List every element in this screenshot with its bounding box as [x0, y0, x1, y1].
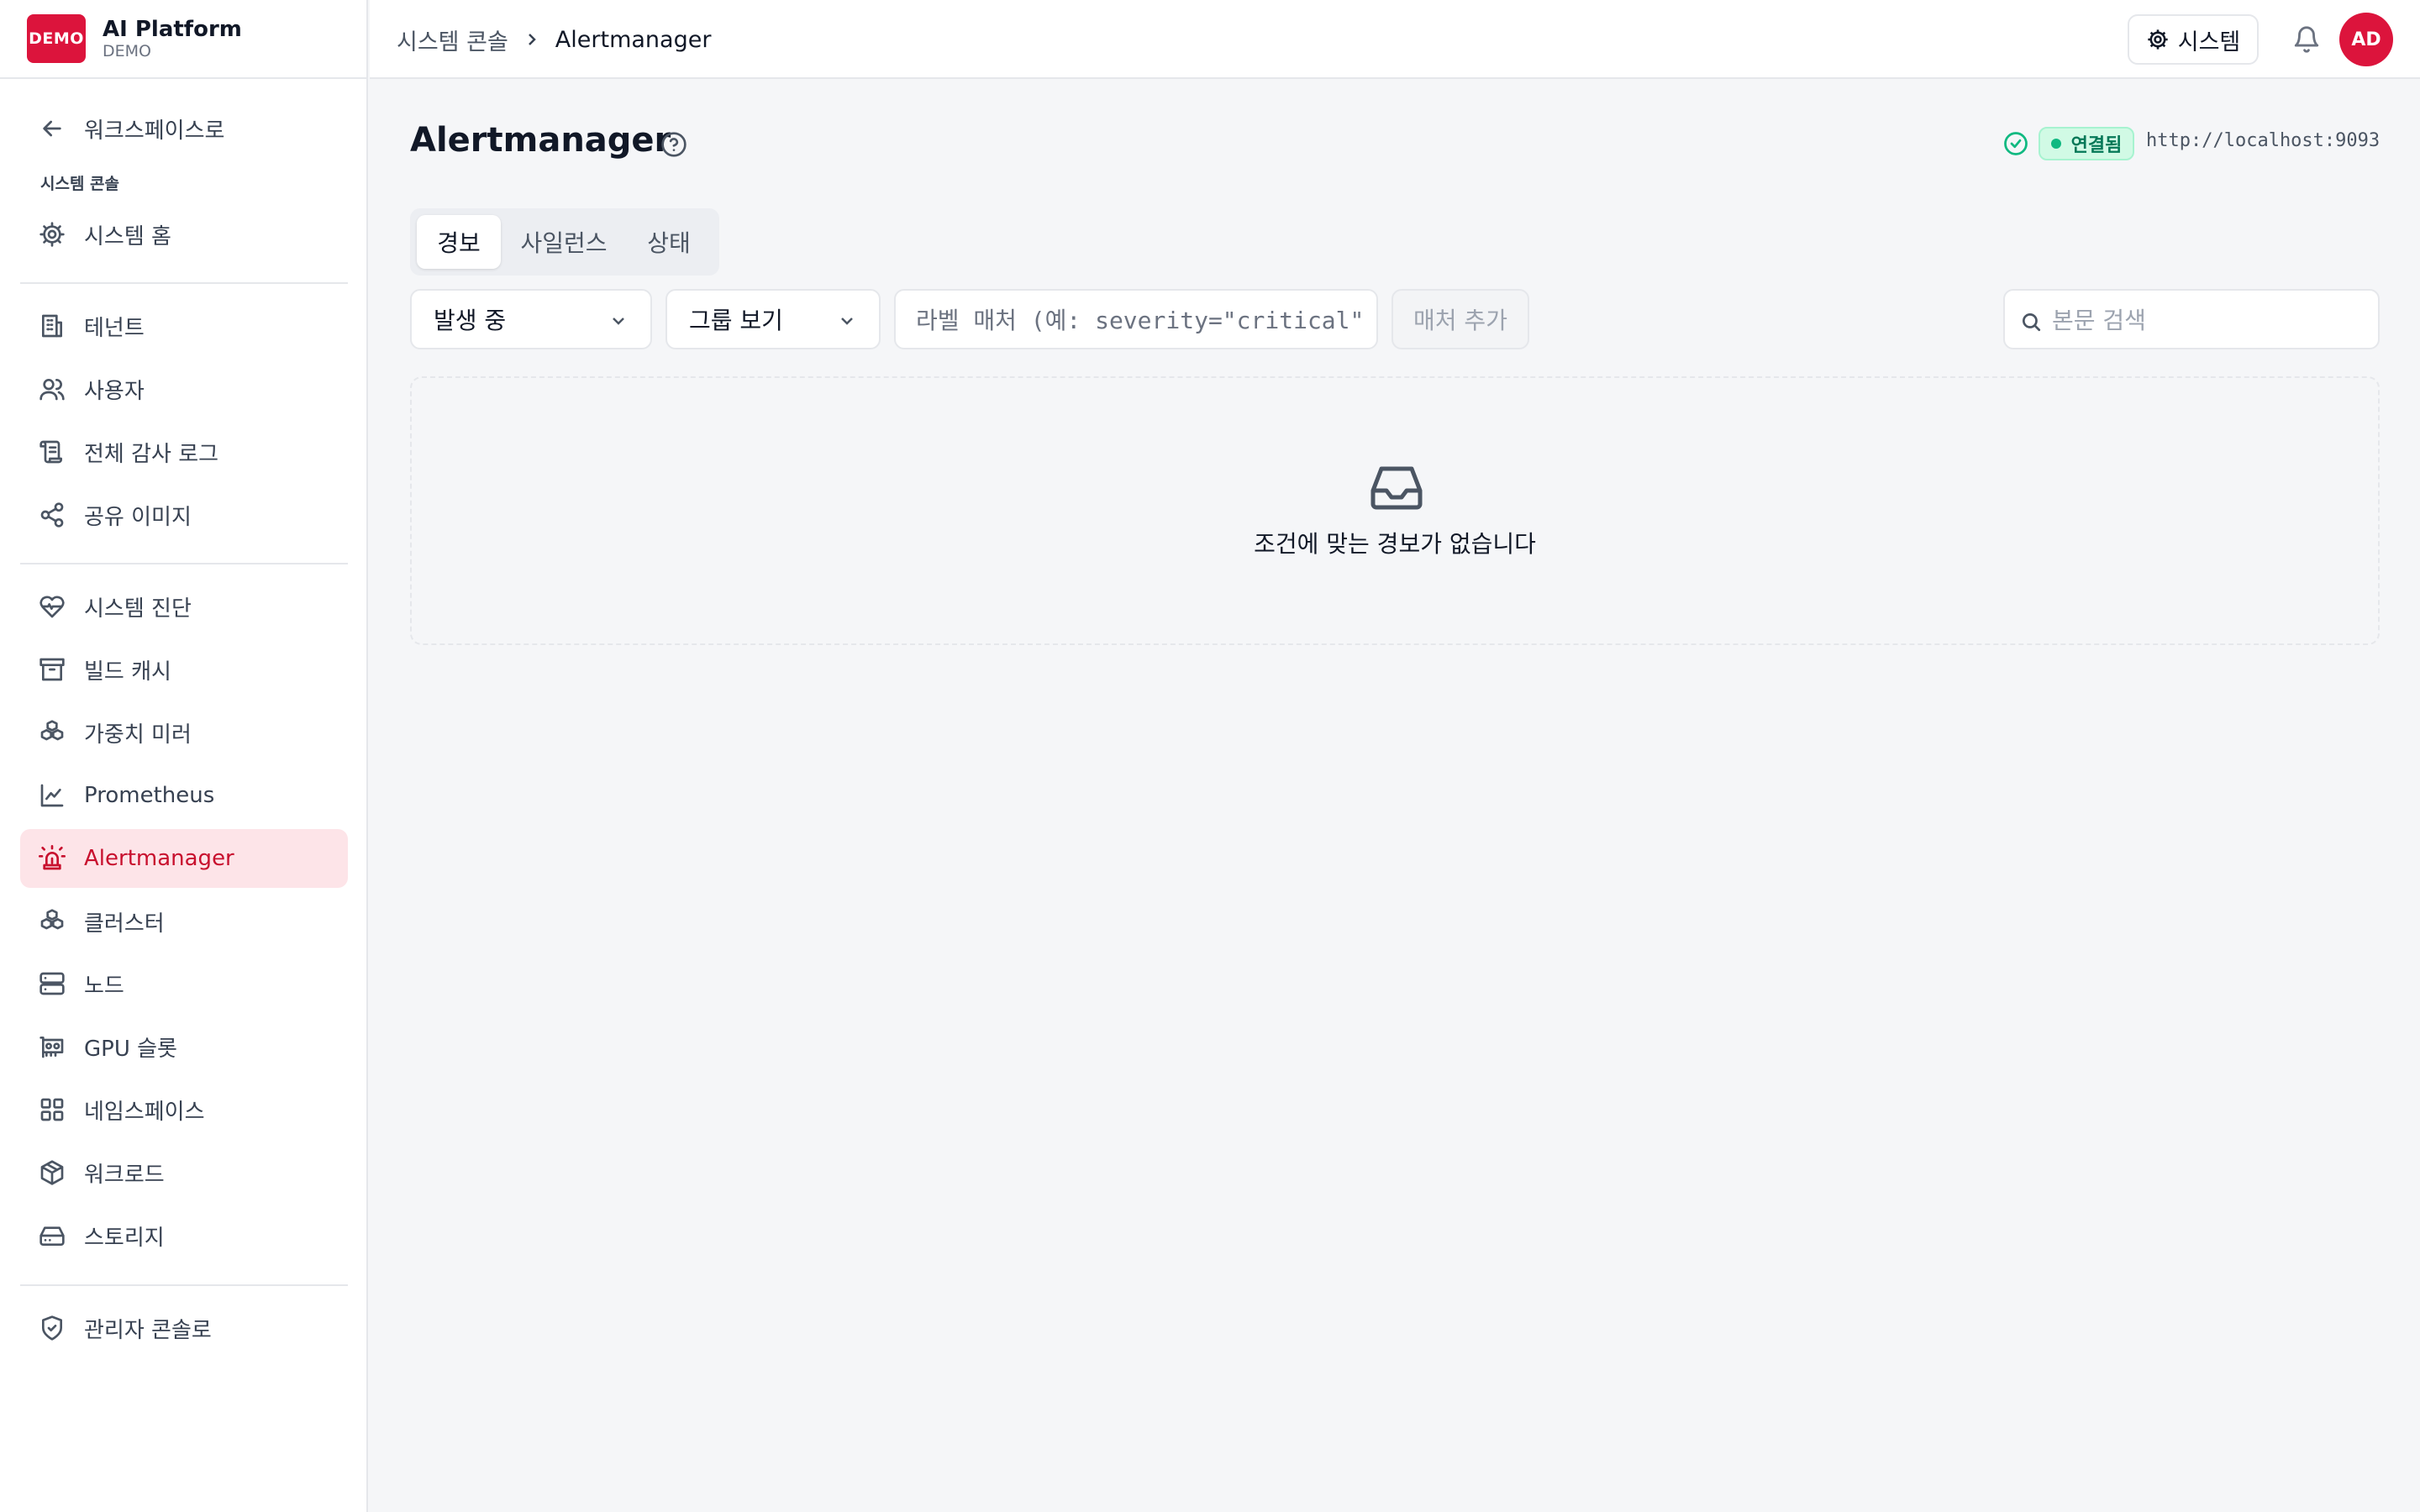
- breadcrumb-current: Alertmanager: [555, 26, 712, 53]
- sidebar-divider: [20, 282, 348, 284]
- hard-drive-icon: [39, 1222, 66, 1249]
- sidebar-item-workloads[interactable]: 워크로드: [20, 1143, 348, 1202]
- line-chart-icon: [39, 782, 66, 809]
- sidebar-item-alertmanager[interactable]: Alertmanager: [20, 829, 348, 888]
- brand[interactable]: DEMO AI Platform DEMO: [0, 0, 366, 79]
- sidebar-item-label: 시스템 홈: [84, 223, 171, 249]
- help-circle-icon[interactable]: [660, 131, 687, 158]
- tab-status[interactable]: 상태: [627, 215, 711, 269]
- grid-icon: [39, 1096, 66, 1123]
- sidebar-item-tenants[interactable]: 테넌트: [20, 297, 348, 355]
- sidebar-item-nodes[interactable]: 노드: [20, 954, 348, 1013]
- back-to-workspace-link[interactable]: 워크스페이스로: [20, 99, 348, 158]
- sidebar-item-gpu-slots[interactable]: GPU 슬롯: [20, 1017, 348, 1076]
- group-view-select[interactable]: 그룹 보기: [666, 289, 881, 349]
- sidebar-item-prometheus[interactable]: Prometheus: [20, 766, 348, 825]
- sidebar-item-system-home[interactable]: 시스템 홈: [20, 205, 348, 264]
- sidebar-item-label: 워크로드: [84, 1162, 165, 1188]
- empty-state-message: 조건에 맞는 경보가 없습니다: [1254, 530, 1536, 558]
- arrow-left-icon: [39, 115, 66, 142]
- state-filter-select[interactable]: 발생 중: [410, 289, 652, 349]
- system-button-label: 시스템: [2177, 29, 2241, 55]
- connection-url: http://localhost:9093: [2146, 130, 2381, 151]
- connection-status-label: 연결됨: [2070, 135, 2123, 156]
- sidebar: DEMO AI Platform DEMO 워크스페이스로 시스템 콘솔 시스템…: [0, 0, 368, 1512]
- back-to-workspace-label: 워크스페이스로: [84, 118, 225, 144]
- sidebar-item-weight-mirror[interactable]: 가중치 미러: [20, 703, 348, 762]
- group-view-value: 그룹 보기: [689, 307, 783, 334]
- add-matcher-button[interactable]: 매처 추가: [1392, 289, 1529, 349]
- tab-alerts[interactable]: 경보: [417, 215, 501, 269]
- chevron-right-icon: [522, 29, 542, 50]
- sidebar-item-label: 전체 감사 로그: [84, 441, 219, 467]
- state-filter-value: 발생 중: [434, 307, 507, 334]
- users-icon: [39, 375, 66, 402]
- sidebar-divider: [20, 1284, 348, 1286]
- sidebar-item-build-cache[interactable]: 빌드 캐시: [20, 640, 348, 699]
- sidebar-item-namespaces[interactable]: 네임스페이스: [20, 1080, 348, 1139]
- check-circle-icon: [2003, 131, 2028, 156]
- search-icon: [2022, 312, 2041, 332]
- sidebar-item-audit-log[interactable]: 전체 감사 로그: [20, 423, 348, 481]
- sidebar-divider: [20, 563, 348, 564]
- sidebar-item-label: 사용자: [84, 378, 145, 404]
- building-icon: [39, 312, 66, 339]
- sidebar-item-label: 가중치 미러: [84, 722, 192, 748]
- breadcrumb: 시스템 콘솔 Alertmanager: [397, 0, 711, 79]
- sidebar-item-storage[interactable]: 스토리지: [20, 1206, 348, 1265]
- scroll-icon: [39, 438, 66, 465]
- tab-silences[interactable]: 사일런스: [501, 215, 627, 269]
- sidebar-item-label: 시스템 진단: [84, 596, 192, 622]
- inbox-icon: [1370, 464, 1423, 511]
- page-title: Alertmanager: [410, 121, 671, 160]
- sidebar-item-users[interactable]: 사용자: [20, 360, 348, 418]
- sidebar-item-label: 스토리지: [84, 1225, 165, 1251]
- cluster-icon: [39, 908, 66, 935]
- shield-check-icon: [39, 1315, 66, 1341]
- sidebar-item-label: Alertmanager: [84, 846, 234, 871]
- brand-name: AI Platform: [103, 17, 242, 42]
- brand-logo: DEMO: [27, 14, 86, 63]
- status-dot-icon: [2050, 139, 2061, 149]
- sidebar-item-clusters[interactable]: 클러스터: [20, 892, 348, 951]
- empty-state-panel: 조건에 맞는 경보가 없습니다: [410, 376, 2380, 645]
- tab-list: 경보 사일런스 상태: [410, 208, 719, 276]
- share-icon: [39, 501, 66, 528]
- siren-icon: [39, 845, 66, 872]
- sidebar-item-label: GPU 슬롯: [84, 1036, 177, 1062]
- brand-subtitle: DEMO: [103, 42, 151, 60]
- sidebar-item-label: 노드: [84, 973, 124, 999]
- avatar[interactable]: AD: [2339, 13, 2393, 66]
- label-matcher-input[interactable]: 라벨 매처 (예: severity="critical": [894, 289, 1378, 349]
- gear-icon: [39, 221, 66, 248]
- archive-icon: [39, 656, 66, 683]
- sidebar-item-shared-images[interactable]: 공유 이미지: [20, 486, 348, 544]
- sidebar-item-admin-console[interactable]: 관리자 콘솔로: [20, 1299, 348, 1357]
- server-icon: [39, 970, 66, 997]
- package-icon: [39, 1159, 66, 1186]
- chevron-down-icon: [613, 318, 624, 325]
- connection-status-badge: 연결됨: [2039, 127, 2134, 160]
- system-button[interactable]: 시스템: [2128, 14, 2259, 65]
- sidebar-item-label: 공유 이미지: [84, 504, 192, 530]
- sidebar-item-label: 클러스터: [84, 911, 165, 937]
- breadcrumb-parent-link[interactable]: 시스템 콘솔: [397, 24, 508, 56]
- sidebar-item-label: Prometheus: [84, 783, 215, 808]
- gpu-icon: [39, 1033, 66, 1060]
- chevron-down-icon: [841, 318, 853, 325]
- search-input[interactable]: 본문 검색: [2003, 289, 2380, 349]
- search-placeholder: 본문 검색: [2052, 307, 2146, 334]
- boxes-icon: [39, 719, 66, 746]
- heart-pulse-icon: [39, 593, 66, 620]
- sidebar-item-label: 테넌트: [84, 315, 145, 341]
- sidebar-item-label: 네임스페이스: [84, 1099, 205, 1125]
- sidebar-item-system-diagnostics[interactable]: 시스템 진단: [20, 577, 348, 636]
- sidebar-section-label: 시스템 콘솔: [40, 175, 120, 193]
- bell-icon[interactable]: [2292, 25, 2321, 54]
- sidebar-item-label: 빌드 캐시: [84, 659, 171, 685]
- topbar: 시스템 콘솔 Alertmanager 시스템 AD: [370, 0, 2420, 79]
- gear-icon: [2148, 29, 2168, 50]
- sidebar-item-label: 관리자 콘솔로: [84, 1317, 212, 1343]
